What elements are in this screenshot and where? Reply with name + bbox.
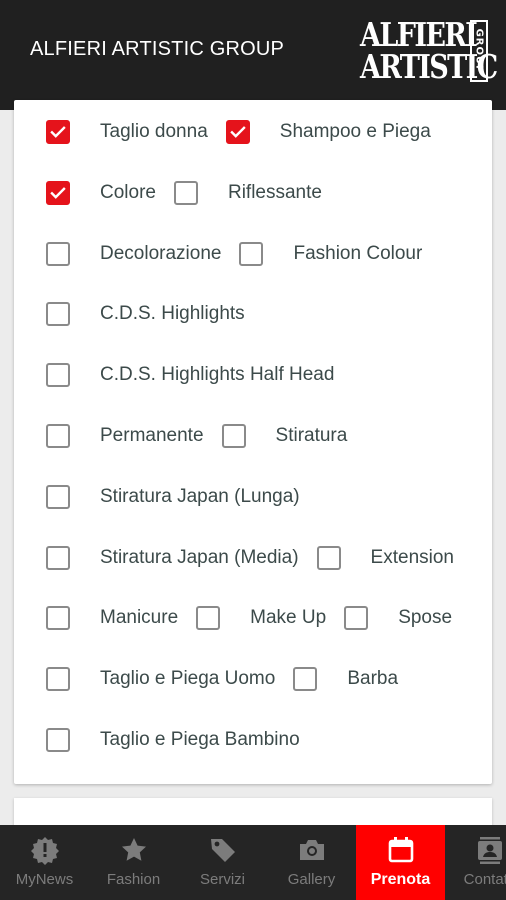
service-label: Stiratura Japan (Media) — [100, 546, 299, 568]
service-option[interactable]: Manicure — [46, 606, 179, 631]
nav-tab-fashion[interactable]: Fashion — [89, 825, 178, 900]
service-label: Stiratura — [275, 425, 348, 446]
service-label: Riflessante — [227, 181, 322, 203]
contacts-icon — [475, 835, 505, 865]
service-checkbox[interactable] — [344, 606, 369, 631]
service-option[interactable]: Permanente — [46, 424, 204, 448]
service-option[interactable]: Taglio e Piega Bambino — [46, 728, 300, 752]
star-icon — [119, 835, 149, 865]
service-option[interactable]: Extension — [316, 545, 454, 570]
service-label: Colore — [100, 181, 156, 203]
service-checkbox[interactable] — [46, 120, 70, 144]
service-checkbox[interactable] — [46, 606, 70, 631]
service-checkbox[interactable] — [239, 241, 264, 266]
service-checkbox[interactable] — [46, 545, 70, 570]
service-option[interactable]: Stiratura — [221, 424, 348, 448]
service-option[interactable]: Shampoo e Piega — [225, 120, 431, 144]
service-label: Make Up — [250, 607, 327, 629]
services-card: Taglio donna Shampoo e Piega Colore Rifless… — [14, 100, 492, 784]
service-label: Extension — [370, 546, 454, 568]
service-checkbox[interactable] — [46, 241, 70, 266]
service-checkbox[interactable] — [46, 484, 70, 509]
service-label: Taglio e Piega Bambino — [100, 729, 300, 750]
service-option[interactable]: Fashion Colour — [239, 241, 423, 266]
service-label: Taglio e Piega Uomo — [100, 668, 276, 690]
service-label: Fashion Colour — [293, 242, 423, 264]
service-row: Stiratura Japan (Media) Extension — [46, 544, 472, 572]
service-label: Manicure — [100, 607, 179, 629]
service-checkbox[interactable] — [173, 180, 198, 205]
service-checkbox[interactable] — [221, 424, 246, 448]
service-row: Taglio donna Shampoo e Piega — [46, 118, 449, 146]
nav-tab-servizi[interactable]: Servizi — [178, 825, 267, 900]
service-checkbox[interactable] — [225, 120, 250, 144]
tag-icon — [208, 835, 238, 865]
service-row: Decolorazione Fashion Colour — [46, 240, 440, 268]
brand-logo: ALFIERI ARTISTIC GROUP — [360, 18, 498, 88]
camera-icon — [297, 835, 327, 865]
badge-alert-icon — [30, 835, 60, 865]
nav-tab-label: MyNews — [15, 871, 74, 888]
nav-tab-gallery[interactable]: Gallery — [267, 825, 356, 900]
service-option[interactable]: Taglio donna — [46, 120, 208, 144]
service-checkbox[interactable] — [46, 180, 70, 205]
nav-tab-prenota[interactable]: Prenota — [356, 825, 445, 900]
nav-tab-label: Fashion — [106, 871, 161, 888]
service-row: Permanente Stiratura — [46, 422, 365, 450]
service-checkbox[interactable] — [316, 545, 341, 570]
service-label: C.D.S. Highlights Half Head — [100, 364, 335, 386]
nav-tab-label: Gallery — [287, 871, 336, 888]
service-label: Shampoo e Piega — [279, 121, 431, 142]
bottom-nav: MyNews Fashion Servizi Gallery Prenota Contat… — [0, 825, 506, 900]
calendar-icon — [386, 835, 416, 865]
nav-tab-label: Servizi — [199, 871, 245, 888]
service-label: Taglio donna — [100, 121, 208, 142]
service-label: Spose — [398, 607, 453, 629]
service-checkbox[interactable] — [46, 302, 70, 327]
service-checkbox[interactable] — [293, 667, 318, 692]
service-label: Barba — [347, 668, 399, 690]
logo-group-text: GROUP — [473, 28, 485, 74]
service-option[interactable]: Stiratura Japan (Lunga) — [46, 484, 300, 509]
app-title: ALFIERI ARTISTIC GROUP — [30, 38, 285, 60]
nav-tab-label: Contatti — [463, 871, 506, 888]
service-option[interactable]: Barba — [293, 667, 399, 692]
service-option[interactable]: Stiratura Japan (Media) — [46, 545, 299, 570]
service-option[interactable]: Colore — [46, 180, 156, 205]
app-header: ALFIERI ARTISTIC GROUP ALFIERI ARTISTIC … — [0, 0, 506, 110]
service-checkbox[interactable] — [196, 606, 221, 631]
service-label: Permanente — [100, 425, 204, 446]
nav-tab-mynews[interactable]: MyNews — [0, 825, 89, 900]
service-option[interactable]: C.D.S. Highlights — [46, 302, 245, 327]
service-row: Taglio e Piega Uomo Barba — [46, 665, 416, 693]
service-option[interactable]: Decolorazione — [46, 241, 222, 266]
service-row: Stiratura Japan (Lunga) — [46, 483, 318, 511]
service-option[interactable]: Spose — [344, 606, 453, 631]
service-row: C.D.S. Highlights — [46, 300, 263, 328]
nav-tab-label: Prenota — [370, 871, 431, 888]
service-checkbox[interactable] — [46, 667, 70, 692]
service-option[interactable]: Taglio e Piega Uomo — [46, 667, 276, 692]
service-row: Colore Riflessante — [46, 179, 340, 207]
service-option[interactable]: C.D.S. Highlights Half Head — [46, 363, 335, 388]
service-checkbox[interactable] — [46, 424, 70, 448]
service-row: C.D.S. Highlights Half Head — [46, 361, 352, 389]
service-option[interactable]: Riflessante — [173, 180, 322, 205]
service-row: Manicure Make Up Spose — [46, 604, 470, 632]
service-row: Taglio e Piega Bambino — [46, 726, 318, 754]
service-option[interactable]: Make Up — [196, 606, 327, 631]
service-label: C.D.S. Highlights — [100, 303, 245, 325]
service-checkbox[interactable] — [46, 728, 70, 752]
service-label: Decolorazione — [100, 242, 222, 264]
logo-group-box: GROUP — [470, 20, 488, 82]
service-checkbox[interactable] — [46, 363, 70, 388]
service-label: Stiratura Japan (Lunga) — [100, 485, 300, 507]
nav-tab-contatti[interactable]: Contatti — [445, 825, 506, 900]
